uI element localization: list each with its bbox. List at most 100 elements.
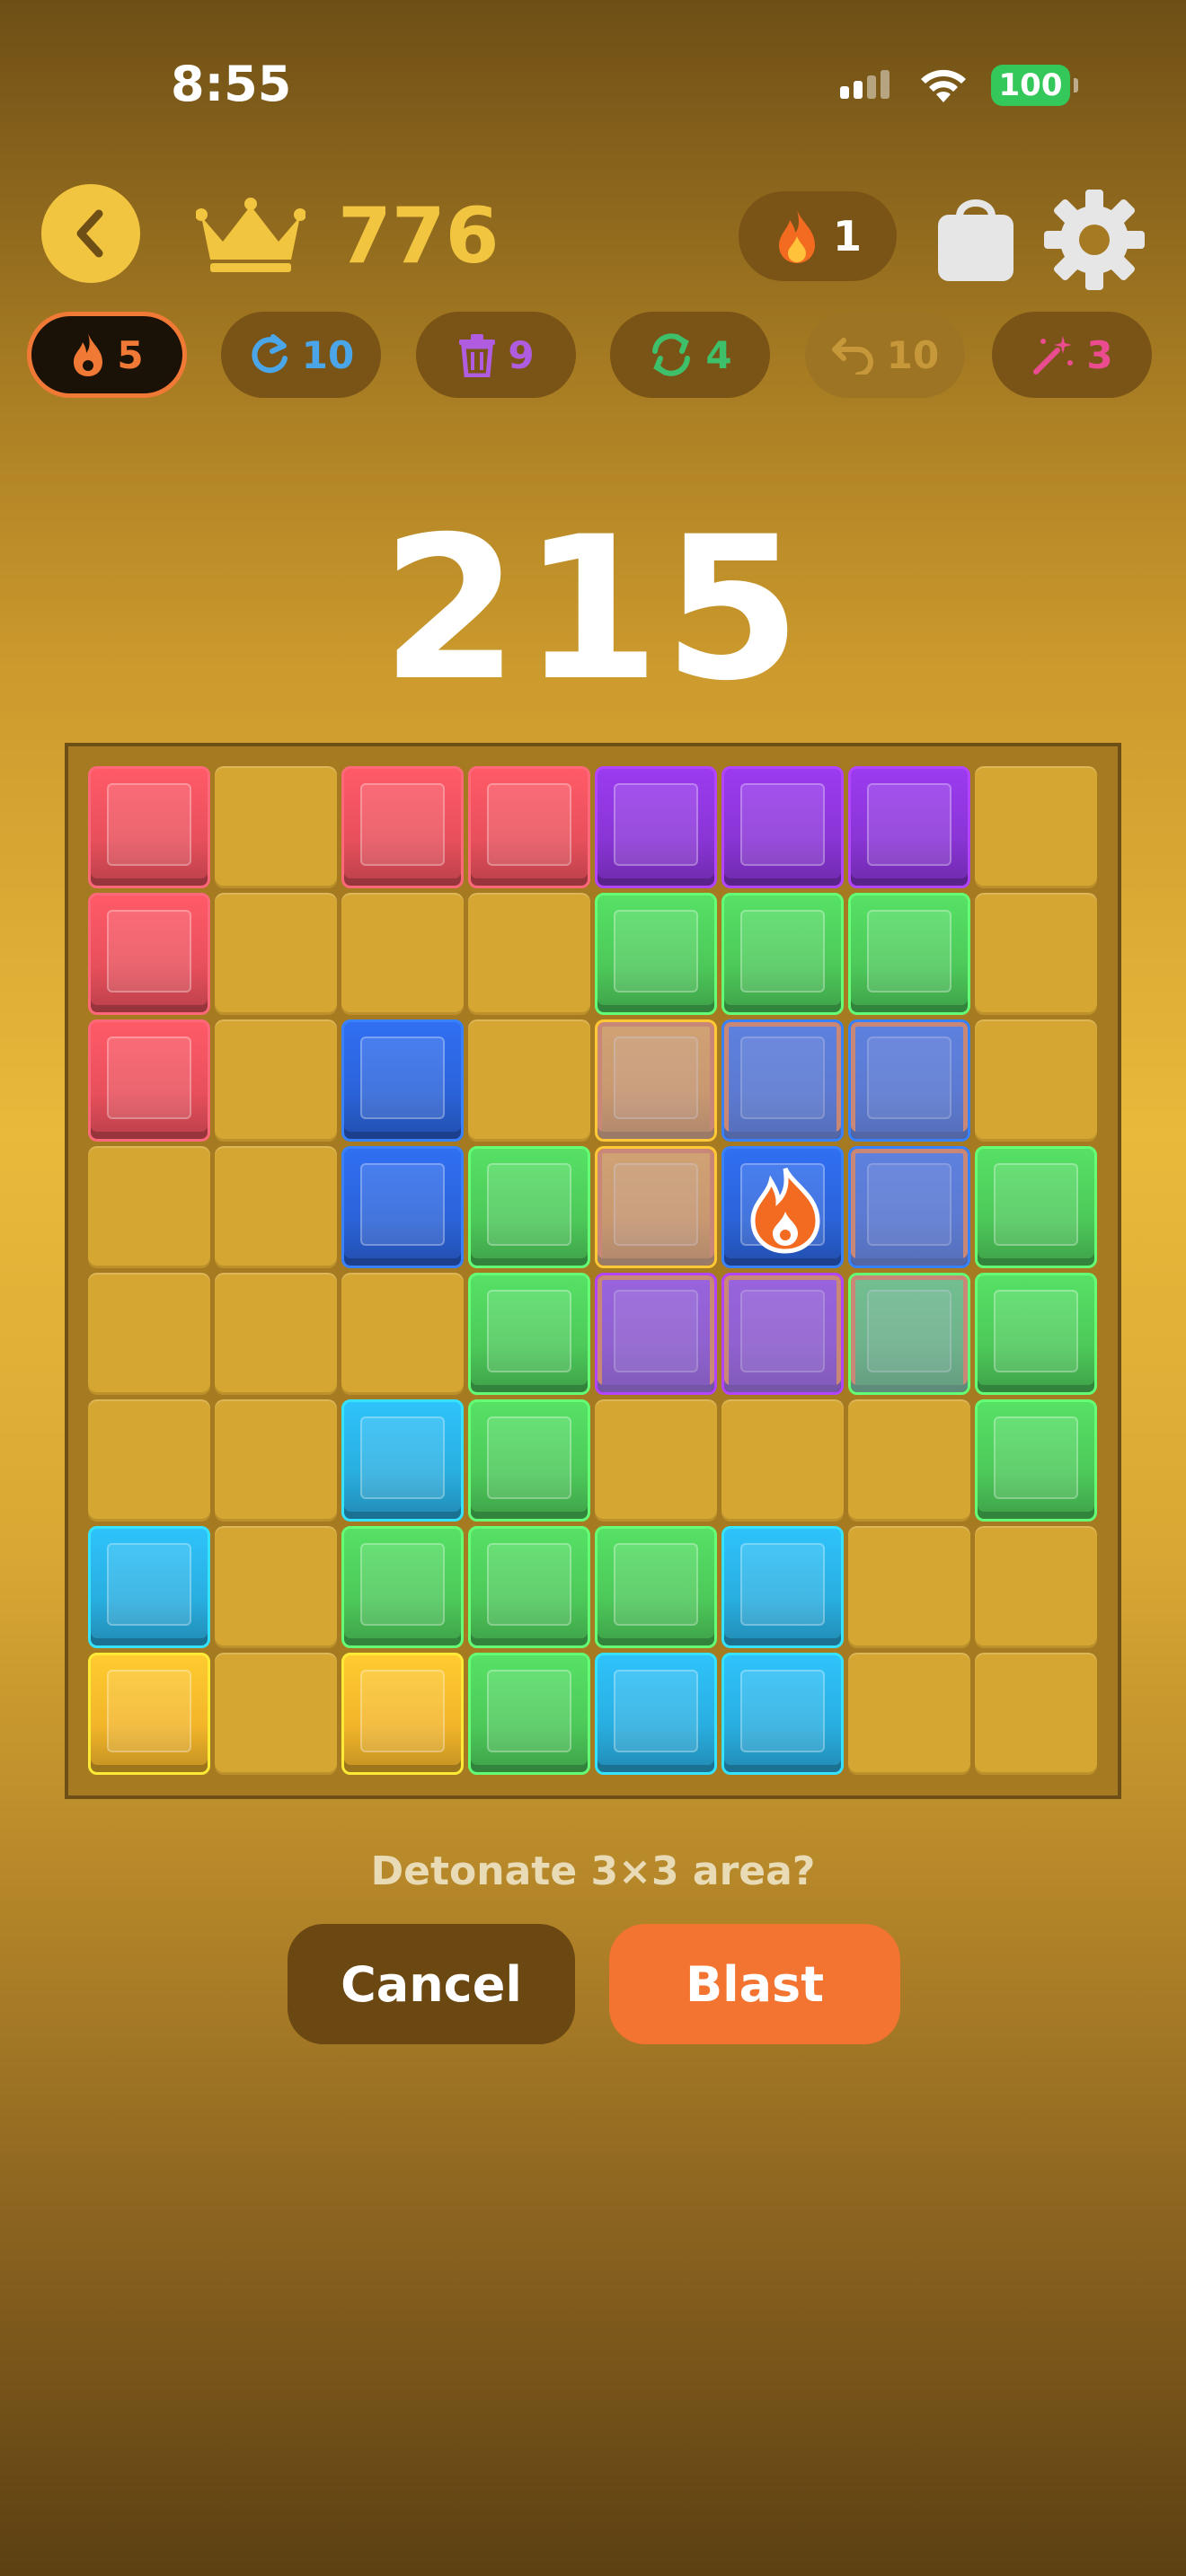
empty-cell[interactable] (468, 1019, 590, 1142)
tile-cyan[interactable] (595, 1653, 717, 1775)
empty-cell[interactable] (975, 766, 1097, 888)
tile-cyan[interactable] (341, 1399, 464, 1522)
powerup-refresh[interactable]: 10 (221, 312, 381, 398)
empty-cell[interactable] (848, 1399, 970, 1522)
tile-face (487, 1543, 571, 1626)
tile-green[interactable] (975, 1399, 1097, 1522)
tile-purple[interactable] (595, 1273, 717, 1395)
undo-icon (831, 338, 873, 375)
tile-purple[interactable] (848, 766, 970, 888)
tile-red[interactable] (341, 766, 464, 888)
shopping-bag-icon[interactable] (934, 193, 1017, 283)
tile-green[interactable] (975, 1146, 1097, 1268)
empty-cell[interactable] (721, 1399, 844, 1522)
tile-green[interactable] (595, 1526, 717, 1648)
tile-green[interactable] (975, 1273, 1097, 1395)
empty-cell[interactable] (468, 893, 590, 1015)
powerup-bomb[interactable]: 5 (27, 312, 187, 398)
empty-cell[interactable] (975, 893, 1097, 1015)
streak-badge[interactable]: 1 (739, 191, 897, 281)
empty-cell[interactable] (975, 1653, 1097, 1775)
tile-yellow[interactable] (88, 1653, 210, 1775)
tile-blue[interactable] (848, 1146, 970, 1268)
tile-cyan[interactable] (88, 1526, 210, 1648)
empty-cell[interactable] (215, 1653, 337, 1775)
tile-green[interactable] (341, 1526, 464, 1648)
tile-purple[interactable] (721, 1273, 844, 1395)
cancel-button[interactable]: Cancel (288, 1924, 575, 2044)
tile-face (740, 1670, 825, 1752)
tile-face (360, 1670, 445, 1752)
tile-cyan[interactable] (721, 1653, 844, 1775)
tile-orange[interactable] (595, 1019, 717, 1142)
tile-purple[interactable] (595, 766, 717, 888)
tile-green[interactable] (468, 1399, 590, 1522)
powerup-undo[interactable]: 10 (805, 312, 965, 398)
tile-face (994, 1163, 1078, 1246)
empty-cell[interactable] (975, 1526, 1097, 1648)
settings-gear-icon[interactable] (1042, 188, 1146, 292)
empty-cell[interactable] (88, 1146, 210, 1268)
tile-green[interactable] (848, 1273, 970, 1395)
tile-orange[interactable] (595, 1146, 717, 1268)
magic-wand-icon (1033, 336, 1074, 375)
tile-cyan[interactable] (721, 1526, 844, 1648)
tile-face (107, 783, 191, 866)
empty-cell[interactable] (215, 1273, 337, 1395)
tile-green[interactable] (468, 1146, 590, 1268)
tile-green[interactable] (468, 1526, 590, 1648)
powerup-swap[interactable]: 4 (610, 312, 770, 398)
empty-cell[interactable] (88, 1399, 210, 1522)
powerup-magic[interactable]: 3 (992, 312, 1152, 398)
tile-face (740, 1543, 825, 1626)
tile-red[interactable] (88, 893, 210, 1015)
tile-face (867, 910, 951, 992)
wifi-icon (921, 69, 966, 102)
tile-face (360, 783, 445, 866)
refresh-icon (252, 334, 288, 374)
empty-cell[interactable] (88, 1273, 210, 1395)
tile-purple[interactable] (721, 766, 844, 888)
tile-blue[interactable] (341, 1019, 464, 1142)
empty-cell[interactable] (341, 1273, 464, 1395)
tile-blue[interactable] (341, 1146, 464, 1268)
powerup-trash[interactable]: 9 (416, 312, 576, 398)
tile-face (360, 1416, 445, 1499)
empty-cell[interactable] (848, 1526, 970, 1648)
tile-red[interactable] (88, 1019, 210, 1142)
empty-cell[interactable] (341, 893, 464, 1015)
empty-cell[interactable] (848, 1653, 970, 1775)
streak-count: 1 (832, 212, 862, 260)
tile-blue[interactable] (848, 1019, 970, 1142)
tile-green[interactable] (468, 1273, 590, 1395)
tile-green[interactable] (468, 1653, 590, 1775)
empty-cell[interactable] (215, 1399, 337, 1522)
empty-cell[interactable] (595, 1399, 717, 1522)
tile-face (487, 1290, 571, 1372)
empty-cell[interactable] (215, 1526, 337, 1648)
tile-blue[interactable] (721, 1019, 844, 1142)
back-button[interactable] (41, 184, 140, 283)
blast-button[interactable]: Blast (609, 1924, 900, 2044)
tile-face (107, 1670, 191, 1752)
battery-indicator: 100 (991, 65, 1078, 106)
tile-red[interactable] (468, 766, 590, 888)
blast-target-cell[interactable] (721, 1146, 844, 1268)
tile-yellow[interactable] (341, 1653, 464, 1775)
tile-green[interactable] (721, 893, 844, 1015)
empty-cell[interactable] (215, 1146, 337, 1268)
empty-cell[interactable] (975, 1019, 1097, 1142)
tile-face (867, 783, 951, 866)
flame-icon (74, 333, 103, 376)
game-board (65, 743, 1121, 1799)
status-time: 8:55 (171, 56, 292, 112)
blast-area-overlay (724, 1275, 841, 1392)
empty-cell[interactable] (215, 766, 337, 888)
empty-cell[interactable] (215, 893, 337, 1015)
tile-green[interactable] (595, 893, 717, 1015)
tile-green[interactable] (848, 893, 970, 1015)
blast-area-overlay (724, 1022, 841, 1139)
tile-red[interactable] (88, 766, 210, 888)
empty-cell[interactable] (215, 1019, 337, 1142)
tile-face (614, 910, 698, 992)
